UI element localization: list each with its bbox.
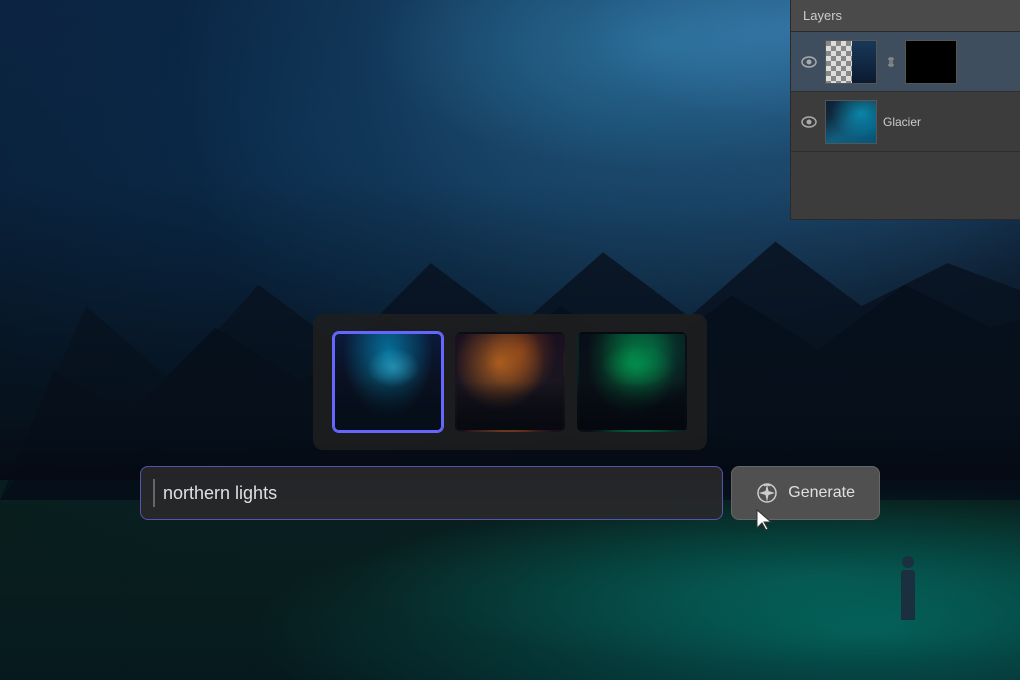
layer-2-name: Glacier bbox=[883, 115, 1012, 129]
prompt-input[interactable] bbox=[163, 483, 710, 504]
layers-title: Layers bbox=[803, 8, 842, 23]
layer-row-2[interactable]: Glacier bbox=[791, 92, 1020, 152]
gen-thumb-1[interactable] bbox=[333, 332, 443, 432]
layer-2-thumbnail bbox=[825, 100, 877, 144]
layer-row-1[interactable] bbox=[791, 32, 1020, 92]
prompt-divider bbox=[153, 479, 155, 507]
person-silhouette bbox=[901, 570, 915, 620]
input-row: Generate bbox=[140, 466, 880, 520]
generate-icon bbox=[756, 482, 778, 504]
layer-2-visibility-icon[interactable] bbox=[799, 112, 819, 132]
generate-button[interactable]: Generate bbox=[731, 466, 880, 520]
generate-button-label: Generate bbox=[788, 484, 855, 502]
prompt-wrapper bbox=[140, 466, 723, 520]
gen-thumb-3[interactable] bbox=[577, 332, 687, 432]
layer-1-link-icon bbox=[883, 54, 899, 70]
layer-1-thumbnail bbox=[825, 40, 877, 84]
layers-panel-header: Layers bbox=[791, 0, 1020, 32]
layer-1-visibility-icon[interactable] bbox=[799, 52, 819, 72]
gen-thumb-2[interactable] bbox=[455, 332, 565, 432]
layer-1-mask bbox=[905, 40, 957, 84]
generation-thumbnails-row bbox=[313, 314, 707, 450]
generation-container: Generate bbox=[140, 314, 880, 520]
layers-panel: Layers Glacier bbox=[790, 0, 1020, 220]
